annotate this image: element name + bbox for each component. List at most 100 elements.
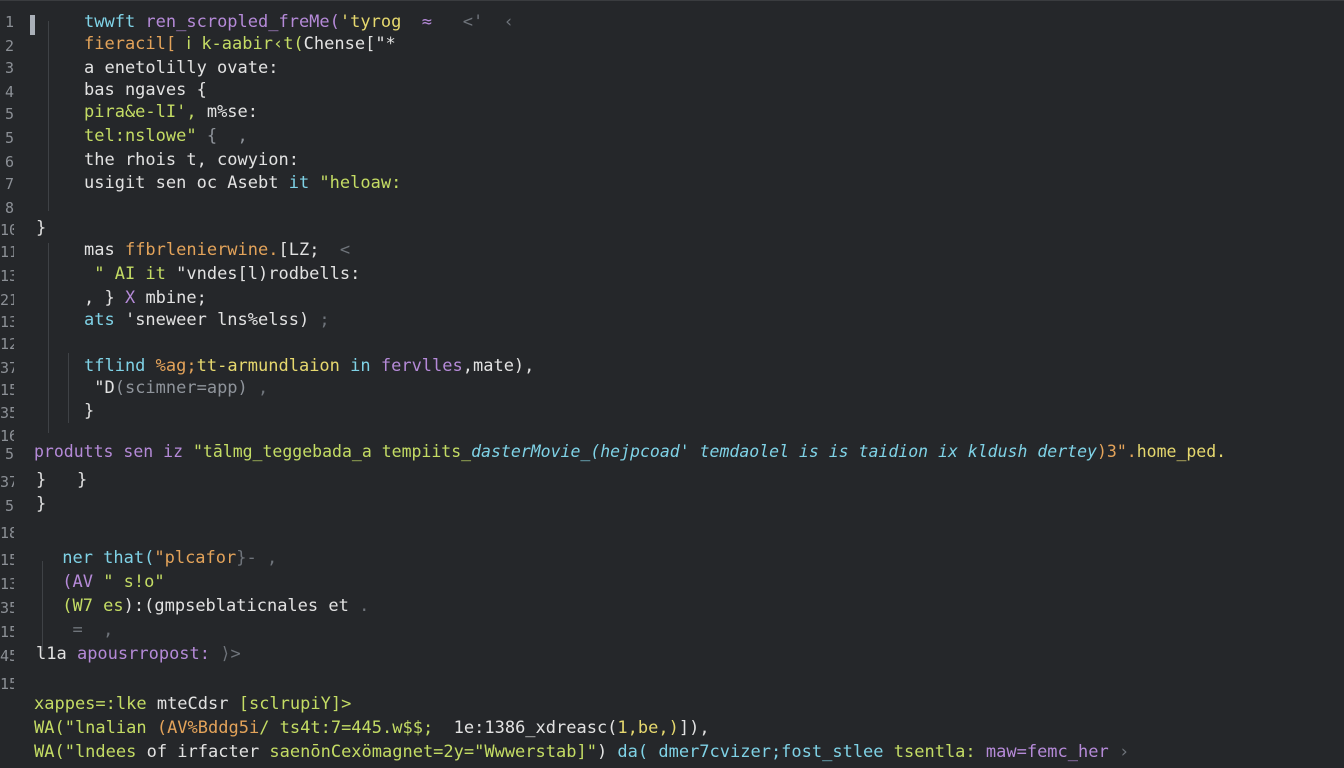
code-line[interactable]: = , — [52, 620, 113, 640]
code-line[interactable]: WA("lndees of irfacter saenōnCexömagnet=… — [34, 742, 1129, 762]
line-number: 45 — [0, 647, 14, 665]
code-line[interactable]: xappes=:lke mteCdsr [sclrupiY]> — [34, 694, 351, 714]
code-line[interactable]: } — [36, 218, 46, 238]
line-number: 6 — [4, 153, 14, 171]
line-number: 5 — [4, 129, 14, 147]
code-token: the rhois t, cowyion: — [84, 150, 299, 170]
code-token: apousrropost: — [76, 644, 211, 664]
line-number: 3 — [4, 59, 14, 77]
code-line[interactable]: ner that("plcafor}- , — [52, 548, 277, 568]
code-line[interactable]: } } — [36, 470, 87, 490]
code-token: (W7 es — [52, 596, 124, 616]
line-number: 10 — [0, 221, 14, 239]
code-token: (scimner=app) — [114, 378, 248, 398]
code-token: , — [247, 378, 269, 398]
code-token: › — [1118, 742, 1130, 762]
code-token: / ts4t:7=445.w$$; — [259, 718, 434, 738]
line-number: 15 — [0, 623, 14, 641]
code-line[interactable]: } — [84, 401, 94, 421]
code-token: ner that( — [52, 548, 155, 568]
code-line[interactable]: the rhois t, cowyion: — [84, 150, 299, 170]
code-token: [sclrupiY]> — [238, 694, 352, 714]
code-token: <' ‹ — [432, 12, 514, 32]
code-token: < — [319, 240, 351, 260]
code-token: "plcafor — [154, 548, 237, 568]
code-line[interactable]: pira&e-lI', m%se: — [84, 102, 258, 122]
code-token: " s!o" — [103, 572, 165, 592]
indent-guide — [68, 353, 69, 423]
code-line[interactable]: twwft ren_scropled_freMe('tyrog ≈ <' ‹ — [84, 12, 514, 32]
code-line[interactable]: ats 'sneweer lns%elss) ; — [84, 310, 330, 330]
line-number: 2 — [4, 37, 14, 55]
code-line[interactable]: " AI it "vndes[l)rodbells: — [84, 264, 360, 284]
code-token: ≈ — [401, 12, 433, 32]
code-token: bas ngaves { — [84, 80, 207, 100]
code-token: { , — [206, 126, 248, 146]
code-token: "heloaw: — [319, 173, 402, 193]
code-line[interactable]: (AV " s!o" — [52, 572, 165, 592]
indent-guide — [48, 21, 49, 211]
code-token: produtts sen iz — [34, 442, 193, 461]
indent-guide — [48, 243, 49, 433]
line-number: 35 — [0, 599, 14, 617]
code-line[interactable]: fieracil[ ⅰ k-aabir‹t(Chense["* — [84, 34, 396, 54]
code-line[interactable]: a enetolilly ovate: — [84, 58, 278, 78]
code-token: ⅰ k-aabir‹t( — [186, 34, 304, 54]
code-line[interactable]: (W7 es):(gmpseblaticnales et . — [52, 596, 369, 616]
line-number: 4 — [4, 83, 14, 101]
indent-guide — [42, 561, 43, 651]
code-token: } } — [36, 470, 88, 490]
line-number: 16 — [0, 427, 14, 445]
code-line[interactable]: usigit sen oc Asebt it "heloaw: — [84, 173, 401, 193]
code-line[interactable]: produtts sen iz "tālmg_teggebada_a tempi… — [34, 442, 1226, 462]
line-number: 15 — [0, 675, 14, 693]
code-token: (AV — [52, 572, 104, 592]
code-token: maw=femc_her — [985, 742, 1119, 762]
code-line[interactable]: WA("lnalian (AV%Bddg5i/ ts4t:7=445.w$$; … — [34, 718, 710, 738]
code-line[interactable]: "D(scimner=app) , — [84, 378, 268, 398]
line-number: 5 — [4, 497, 14, 515]
code-token: ; — [309, 310, 330, 330]
code-token: usigit sen oc Asebt — [84, 173, 289, 193]
code-line[interactable]: bas ngaves { — [84, 80, 207, 100]
code-token: mbine; — [145, 288, 207, 308]
code-token: ): — [123, 596, 145, 616]
line-number: 35 — [0, 404, 14, 422]
line-number: 21 — [0, 291, 14, 309]
line-number: 5 — [4, 445, 14, 463]
code-line[interactable]: l1a apousrropost: ⟩> — [36, 644, 241, 664]
code-line[interactable]: mas ffbrlenierwine.[LZ; < — [84, 240, 350, 260]
code-token: )3". — [1096, 442, 1137, 461]
line-number: 5 — [4, 105, 14, 123]
code-token: 'tyrog — [339, 12, 402, 32]
code-token: temdaolel is is taidion ix kldush dertey — [699, 442, 1097, 461]
code-token: WA("lnalian — [34, 718, 157, 738]
code-token: "vndes[l)rodbells: — [176, 264, 361, 284]
code-token: X — [124, 288, 146, 308]
code-token: (gmpseblaticnales et — [144, 596, 349, 616]
code-token: }- , — [236, 548, 278, 568]
line-number: 1 — [4, 13, 14, 31]
code-token: ,mate), — [462, 356, 535, 376]
line-number: 13 — [0, 575, 14, 593]
line-number: 11 — [0, 243, 14, 261]
code-line[interactable]: } — [36, 494, 46, 514]
line-number-gutter: 1 2 3 4 5 5 6 7 8 10 11 13 21 13 12 37 15 35 16 5 37 5 18 15 13 3… — [0, 1, 22, 768]
code-token: it — [288, 173, 320, 193]
code-token: fervlles — [380, 356, 463, 376]
code-line[interactable]: tflind %ag;tt-armundlaion in fervlles,ma… — [84, 356, 534, 376]
code-editor[interactable]: 1 2 3 4 5 5 6 7 8 10 11 13 21 13 12 37 15 35 16 5 37 5 18 15 13 3… — [0, 0, 1344, 768]
code-token: WA("lndees — [34, 742, 147, 762]
code-token: fieracil[ — [84, 34, 187, 54]
code-token: in — [350, 356, 381, 376]
code-line[interactable]: , } X mbine; — [84, 288, 207, 308]
line-number: 15 — [0, 551, 14, 569]
code-token: , } — [84, 288, 125, 308]
code-line[interactable]: tel:nslowe" { , — [84, 126, 248, 146]
code-token: 1,be,) — [617, 718, 679, 738]
code-token: %ag; — [155, 356, 197, 376]
code-token: home_ped. — [1136, 442, 1227, 461]
code-token: " AI it — [84, 264, 177, 284]
code-token: ats — [84, 310, 125, 330]
line-number: 7 — [4, 175, 14, 193]
